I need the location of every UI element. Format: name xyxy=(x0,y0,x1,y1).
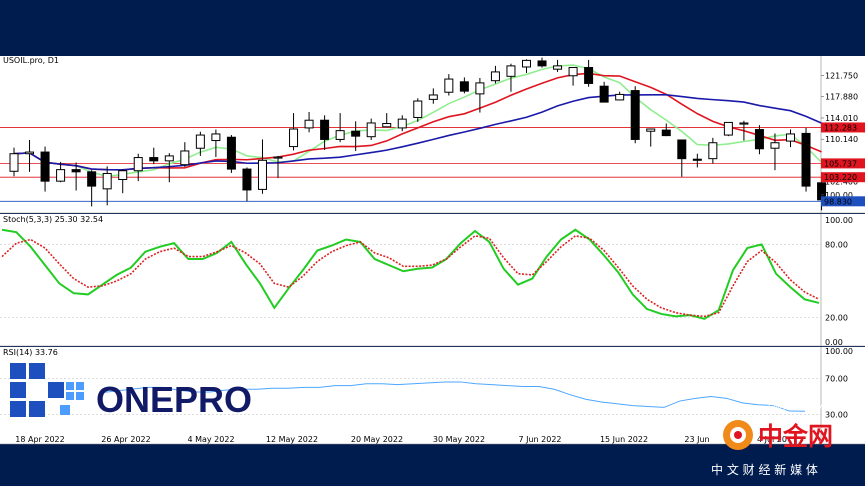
candle-body xyxy=(71,169,81,173)
candle-body xyxy=(692,158,702,161)
rsi-tick-label: 30.00 xyxy=(825,411,848,420)
candle-body xyxy=(164,155,174,162)
candle-body xyxy=(413,100,423,118)
candle-body xyxy=(304,119,314,129)
stoch-tick-label: 20.00 xyxy=(825,314,848,323)
x-axis-label: 30 May 2022 xyxy=(433,435,485,444)
cngold-name: 中金网 xyxy=(758,422,833,451)
candle-body xyxy=(553,65,563,70)
candle-body xyxy=(754,129,764,150)
x-axis-label: 23 Jun xyxy=(684,435,709,444)
candle-body xyxy=(584,67,594,84)
price-chart-title: USOIL.pro, D1 xyxy=(3,56,59,65)
price-tick-label: 117.880 xyxy=(825,93,858,102)
candle-body xyxy=(211,133,221,142)
candle-body xyxy=(195,134,205,149)
candle-body xyxy=(708,142,718,160)
x-axis-label: 15 Jun 2022 xyxy=(600,435,648,444)
rsi-tick-label: 70.00 xyxy=(825,374,848,383)
candle-body xyxy=(661,129,671,137)
price-tag-label: 98.830 xyxy=(824,197,852,206)
candle-body xyxy=(537,60,547,67)
x-axis-label: 7 Jun 2022 xyxy=(518,435,561,444)
candle-body xyxy=(366,122,376,138)
candle-body xyxy=(428,94,438,100)
x-axis-label: 26 Apr 2022 xyxy=(101,435,150,444)
candle-body xyxy=(475,82,485,95)
price-tick-label: 121.750 xyxy=(825,71,858,80)
candle-body xyxy=(521,59,531,68)
candle-body xyxy=(25,151,35,155)
rsi-title: RSI(14) 33.76 xyxy=(3,348,58,357)
cngold-url: CNGOLD.COM xyxy=(768,403,823,412)
candle-body xyxy=(677,139,687,160)
rsi-tick-label: 100.00 xyxy=(825,347,853,356)
candle-body xyxy=(273,156,283,159)
price-tag-label: 105.737 xyxy=(824,159,857,168)
candle-body xyxy=(102,172,112,190)
candle-body xyxy=(9,153,19,172)
candle-body xyxy=(87,171,97,187)
candle-body xyxy=(506,65,516,77)
onepro-wordmark: ONEPRO xyxy=(96,379,252,420)
candle-body xyxy=(133,157,143,172)
candle-body xyxy=(490,71,500,82)
candle-body xyxy=(770,142,780,149)
price-tick-label: 110.140 xyxy=(825,135,858,144)
stoch-tick-label: 80.00 xyxy=(825,240,848,249)
stoch-tick-label: 0.00 xyxy=(825,338,843,347)
stoch-title: Stoch(5,3,3) 25.30 32.54 xyxy=(3,215,103,224)
candle-body xyxy=(320,119,330,140)
candle-body xyxy=(289,128,299,148)
candle-body xyxy=(40,151,50,182)
candle-body xyxy=(568,67,578,77)
cngold-tagline: 中 文 财 经 新 媒 体 xyxy=(711,462,818,477)
candle-body xyxy=(739,122,749,125)
price-tick-label: 114.010 xyxy=(825,114,858,123)
price-tag-label: 103.220 xyxy=(824,173,857,182)
x-axis-label: 18 Apr 2022 xyxy=(15,435,64,444)
candle-body xyxy=(149,157,159,162)
price-panel xyxy=(0,56,865,213)
candle-body xyxy=(801,132,811,187)
candle-body xyxy=(257,159,267,190)
candle-body xyxy=(242,168,252,191)
candle-body xyxy=(723,121,733,136)
candle-body xyxy=(382,123,392,128)
x-axis-label: 12 May 2022 xyxy=(266,435,318,444)
stoch-panel xyxy=(0,214,865,346)
candle-body xyxy=(444,78,454,93)
price-tag-label: 112.283 xyxy=(824,123,857,132)
candle-body xyxy=(351,130,361,137)
stoch-tick-label: 100.00 xyxy=(825,216,853,225)
candle-body xyxy=(630,90,640,140)
candle-body xyxy=(226,136,236,170)
candle-body xyxy=(786,133,795,142)
candle-body xyxy=(646,128,656,132)
candle-body xyxy=(180,150,190,166)
candle-body xyxy=(56,169,66,182)
candle-body xyxy=(615,93,625,101)
candle-body xyxy=(459,81,469,92)
candle-body xyxy=(599,85,609,103)
chart-area: 121.750117.880114.010110.140102.400100.0… xyxy=(0,0,865,486)
candle-body xyxy=(397,118,407,129)
x-axis-label: 20 May 2022 xyxy=(351,435,403,444)
x-axis-label: 4 May 2022 xyxy=(187,435,234,444)
candle-body xyxy=(118,170,128,181)
candle-body xyxy=(335,130,345,140)
